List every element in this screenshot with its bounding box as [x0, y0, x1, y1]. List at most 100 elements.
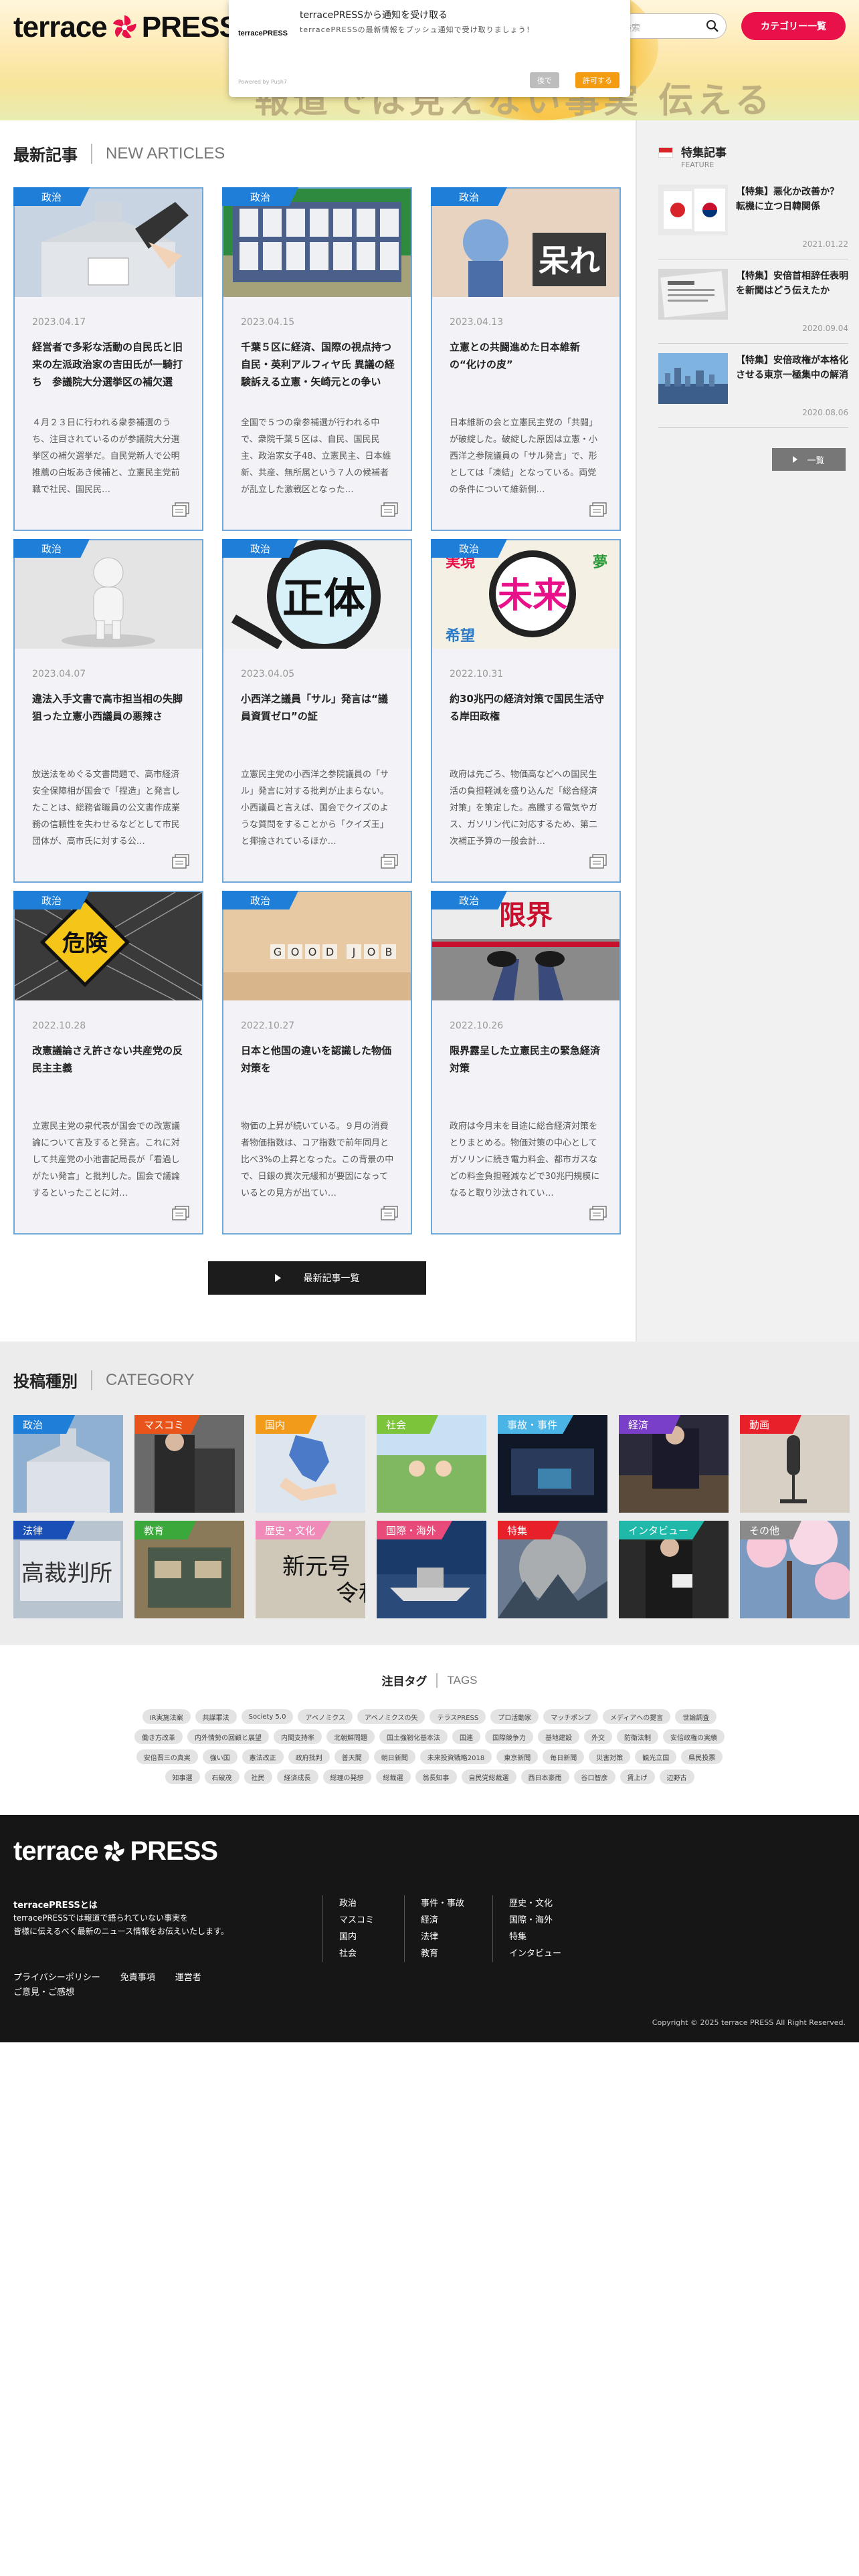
footer-link[interactable]: 免責事項: [120, 1970, 155, 1983]
feature-list-button[interactable]: 一覧: [772, 448, 846, 471]
tag-chip[interactable]: Society 5.0: [241, 1709, 294, 1724]
read-more-icon[interactable]: [171, 853, 190, 869]
category-badge[interactable]: 政治: [431, 187, 507, 206]
category-tile[interactable]: 動画: [740, 1415, 850, 1513]
footer-logo[interactable]: terrace PRESS: [13, 1836, 218, 1866]
article-title[interactable]: 日本と他国の違いを認識した物価対策を: [241, 1042, 396, 1111]
footer-nav-link[interactable]: 国際・海外: [509, 1912, 561, 1929]
footer-link[interactable]: プライバシーポリシー: [13, 1970, 100, 1983]
tag-chip[interactable]: 災害対策: [589, 1749, 631, 1764]
footer-nav-link[interactable]: インタビュー: [509, 1945, 561, 1962]
tag-chip[interactable]: 国際競争力: [485, 1729, 533, 1744]
category-badge[interactable]: 政治: [13, 187, 90, 206]
category-badge[interactable]: 政治: [222, 539, 298, 558]
category-tile[interactable]: 国内: [256, 1415, 365, 1513]
tag-chip[interactable]: 強い国: [202, 1749, 237, 1764]
article-title[interactable]: 約30兆円の経済対策で国民生活守る岸田政権: [450, 690, 605, 760]
tag-chip[interactable]: メディアへの提言: [602, 1709, 671, 1724]
tag-chip[interactable]: 働き方改革: [134, 1729, 183, 1744]
tag-chip[interactable]: IR実施法案: [142, 1709, 191, 1724]
article-title[interactable]: 立憲との共闘進めた日本維新の“化けの皮”: [450, 338, 605, 408]
article-title[interactable]: 小西洋之議員「サル」発言は“議員資質ゼロ”の証: [241, 690, 396, 760]
tag-chip[interactable]: 世論調査: [675, 1709, 717, 1724]
tag-chip[interactable]: 総理の発想: [322, 1769, 371, 1784]
footer-nav-link[interactable]: 特集: [509, 1929, 561, 1945]
read-more-icon[interactable]: [589, 502, 607, 518]
category-badge[interactable]: 政治: [222, 187, 298, 206]
category-badge[interactable]: 政治: [13, 891, 90, 909]
article-title[interactable]: 経営者で多彩な活動の自民氏と旧来の左派政治家の吉田氏が一騎打ち 参議院大分選挙区…: [32, 338, 187, 408]
tag-chip[interactable]: 基地建設: [538, 1729, 579, 1744]
tag-chip[interactable]: 西日本豪雨: [520, 1769, 569, 1784]
article-card[interactable]: 限界 政治 2022.10.26 限界露呈した立憲民主の緊急経済対策 政府は今月末を目途…: [431, 891, 621, 1235]
read-more-icon[interactable]: [380, 853, 399, 869]
article-title[interactable]: 改憲議論さえ許さない共産党の反民主主義: [32, 1042, 187, 1111]
read-more-icon[interactable]: [380, 502, 399, 518]
search-icon[interactable]: [706, 19, 719, 33]
article-card[interactable]: G O O D J O B 政治 2022.10.27 日本と他国の違いを認識した物価対策を 物価の…: [222, 891, 412, 1235]
article-title[interactable]: 千葉５区に経済、国際の視点持つ自民・英利アルフィヤ氏 異議の経験訴える立憲・矢崎…: [241, 338, 396, 408]
category-tile[interactable]: 特集: [498, 1521, 607, 1618]
category-tile[interactable]: インタビュー: [619, 1521, 729, 1618]
read-more-icon[interactable]: [380, 1205, 399, 1221]
category-tile[interactable]: 国際・海外: [377, 1521, 486, 1618]
tag-chip[interactable]: 自民党総裁選: [461, 1769, 516, 1784]
tag-chip[interactable]: 憲法改正: [242, 1749, 284, 1764]
tag-chip[interactable]: マッチポンプ: [543, 1709, 598, 1724]
tag-chip[interactable]: アベノミクス: [298, 1709, 353, 1724]
category-tile[interactable]: 政治: [13, 1415, 123, 1513]
footer-nav-link[interactable]: 事件・事故: [421, 1895, 464, 1912]
tag-chip[interactable]: 国土強靭化基本法: [379, 1729, 448, 1744]
tag-chip[interactable]: 社民: [244, 1769, 272, 1784]
category-tile[interactable]: その他: [740, 1521, 850, 1618]
footer-nav-link[interactable]: 歴史・文化: [509, 1895, 561, 1912]
tag-chip[interactable]: 翁長知事: [415, 1769, 457, 1784]
footer-nav-link[interactable]: 政治: [339, 1895, 374, 1912]
category-tile[interactable]: 社会: [377, 1415, 486, 1513]
footer-nav-link[interactable]: 経済: [421, 1912, 464, 1929]
tag-chip[interactable]: 県民投票: [681, 1749, 723, 1764]
tag-chip[interactable]: 内閣支持率: [274, 1729, 322, 1744]
tag-chip[interactable]: 国連: [452, 1729, 480, 1744]
footer-nav-link[interactable]: 法律: [421, 1929, 464, 1945]
tag-chip[interactable]: 観光立国: [635, 1749, 677, 1764]
tag-chip[interactable]: 共謀罪法: [195, 1709, 237, 1724]
footer-nav-link[interactable]: 社会: [339, 1945, 374, 1962]
tag-chip[interactable]: 東京新聞: [496, 1749, 539, 1764]
tag-chip[interactable]: アベノミクスの矢: [357, 1709, 425, 1724]
tag-chip[interactable]: 賃上げ: [619, 1769, 655, 1784]
feature-item[interactable]: 【特集】安倍首相辞任表明を新聞はどう伝えたか 2020.09.04: [658, 269, 848, 344]
footer-nav-link[interactable]: マスコミ: [339, 1912, 374, 1929]
category-badge[interactable]: 政治: [222, 891, 298, 909]
tag-chip[interactable]: 毎日新聞: [543, 1749, 585, 1764]
footer-nav-link[interactable]: 教育: [421, 1945, 464, 1962]
tag-chip[interactable]: プロ活動家: [490, 1709, 539, 1724]
footer-contact-link[interactable]: ご意見・ご感想: [13, 1985, 74, 1998]
article-card[interactable]: 実現夢希望 未来 政治 2022.10.31 約30兆円の経済対策で国民生活守る岸田政権…: [431, 539, 621, 883]
article-card[interactable]: 正体 政治 2023.04.05 小西洋之議員「サル」発言は“議員資質ゼロ”の証 立憲民…: [222, 539, 412, 883]
notification-allow-button[interactable]: 許可する: [575, 72, 619, 88]
tag-chip[interactable]: 外交: [584, 1729, 612, 1744]
footer-link[interactable]: 運営者: [175, 1970, 201, 1983]
tag-chip[interactable]: 防衛法制: [617, 1729, 658, 1744]
all-articles-button[interactable]: 最新記事一覧: [208, 1261, 426, 1295]
category-tile[interactable]: 経済: [619, 1415, 729, 1513]
article-title[interactable]: 違法入手文書で高市担当相の失脚狙った立憲小西議員の悪辣さ: [32, 690, 187, 760]
tag-chip[interactable]: 辺野古: [659, 1769, 694, 1784]
read-more-icon[interactable]: [171, 1205, 190, 1221]
tag-chip[interactable]: 北朝鮮問題: [326, 1729, 375, 1744]
tag-chip[interactable]: 安倍晋三の真実: [136, 1749, 198, 1764]
read-more-icon[interactable]: [171, 502, 190, 518]
article-card[interactable]: 危険 政治 2022.10.28 改憲議論さえ許さない共産党の反民主主義 立憲民主党の泉…: [13, 891, 203, 1235]
tag-chip[interactable]: 朝日新聞: [373, 1749, 415, 1764]
category-badge[interactable]: 政治: [431, 539, 507, 558]
article-card[interactable]: 政治 2023.04.07 違法入手文書で高市担当相の失脚狙った立憲小西議員の悪辣さ…: [13, 539, 203, 883]
category-list-button[interactable]: カテゴリー一覧: [741, 12, 846, 40]
category-tile[interactable]: 新元号令和 歴史・文化: [256, 1521, 365, 1618]
tag-chip[interactable]: 知事選: [165, 1769, 200, 1784]
category-tile[interactable]: 高裁判所 法律: [13, 1521, 123, 1618]
tag-chip[interactable]: テラスPRESS: [430, 1709, 486, 1724]
category-tile[interactable]: 教育: [134, 1521, 244, 1618]
site-logo[interactable]: terrace PRESS: [13, 11, 239, 44]
article-card[interactable]: 政治 2023.04.15 千葉５区に経済、国際の視点持つ自民・英利アルフィヤ氏 異…: [222, 187, 412, 531]
